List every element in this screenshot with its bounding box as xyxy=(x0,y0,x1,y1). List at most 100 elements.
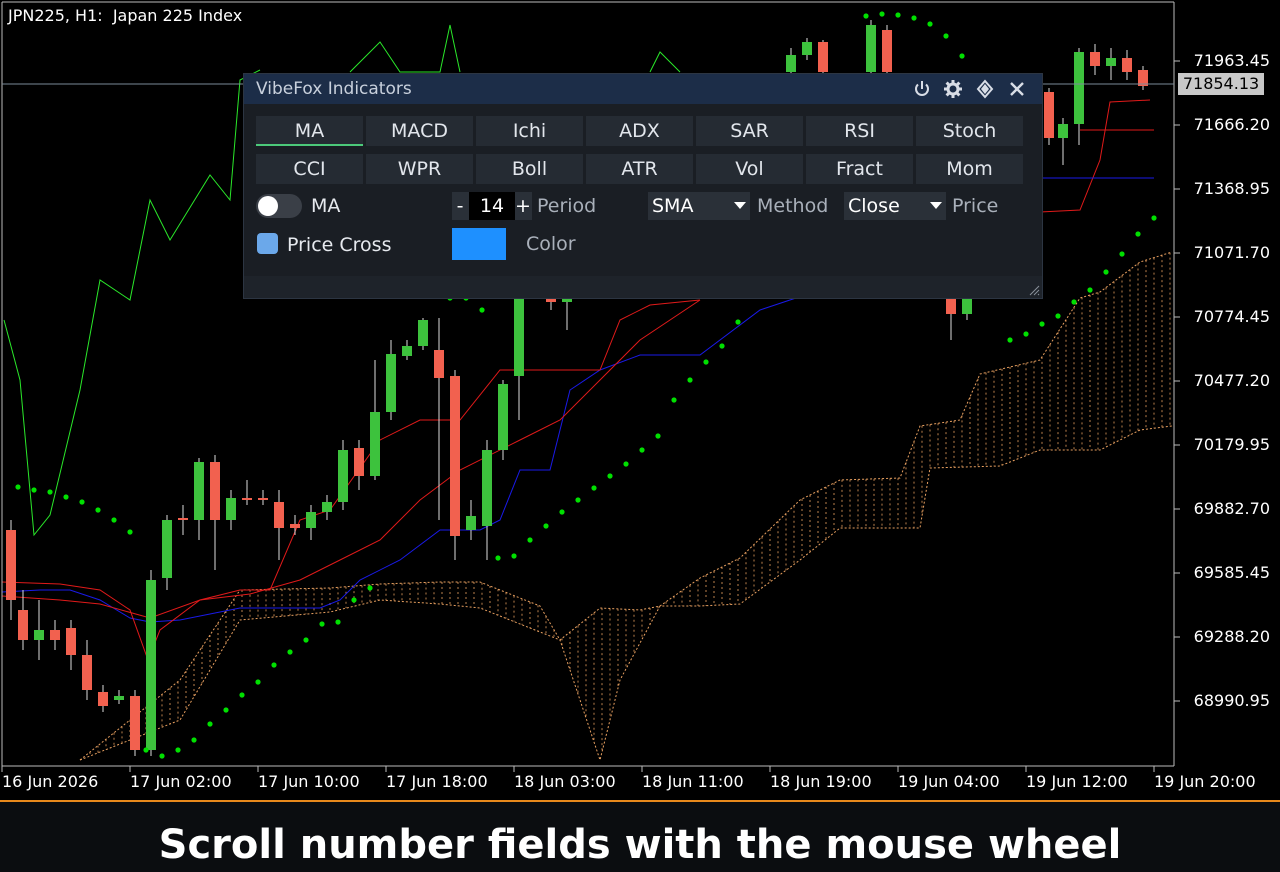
sar-dot xyxy=(143,747,149,753)
tab-cci[interactable]: CCI xyxy=(256,154,363,184)
sar-dot xyxy=(1007,337,1013,343)
sar-dot xyxy=(1087,287,1093,293)
price-select[interactable]: Close xyxy=(844,192,946,220)
sar-dot xyxy=(303,637,309,643)
candle-body xyxy=(962,298,972,314)
sar-dot xyxy=(943,33,949,39)
method-label: Method xyxy=(757,195,829,217)
tab-stoch[interactable]: Stoch xyxy=(916,116,1023,146)
candle-body xyxy=(194,462,204,520)
candle-body xyxy=(386,354,396,412)
period-stepper: - 14 + xyxy=(452,192,532,220)
sar-dot xyxy=(1151,215,1157,221)
period-input[interactable]: 14 xyxy=(469,192,515,220)
current-price-badge: 71854.13 xyxy=(1178,73,1264,95)
panel-header[interactable]: VibeFox Indicators xyxy=(244,74,1042,104)
caption-text: Scroll number fields with the mouse whee… xyxy=(158,822,1122,868)
candle-body xyxy=(1058,124,1068,138)
tab-ichi[interactable]: Ichi xyxy=(476,116,583,146)
candle-body xyxy=(210,462,220,520)
tab-atr[interactable]: ATR xyxy=(586,154,693,184)
price-cross-checkbox[interactable] xyxy=(257,233,278,254)
tab-rsi[interactable]: RSI xyxy=(806,116,913,146)
sar-dot xyxy=(911,15,917,21)
sar-dot xyxy=(735,319,741,325)
method-value: SMA xyxy=(652,195,694,217)
ma-toggle[interactable] xyxy=(256,194,302,218)
candle-body xyxy=(34,630,44,640)
candle-body xyxy=(258,498,268,500)
time-tick-label: 17 Jun 18:00 xyxy=(386,772,488,791)
sar-dot xyxy=(335,619,341,625)
candle-body xyxy=(178,518,188,520)
color-swatch[interactable] xyxy=(452,228,506,260)
sar-dot xyxy=(79,499,85,505)
sar-dot xyxy=(543,523,549,529)
candle-body xyxy=(146,580,156,750)
tab-macd[interactable]: MACD xyxy=(366,116,473,146)
time-tick-label: 17 Jun 10:00 xyxy=(258,772,360,791)
candle-body xyxy=(6,530,16,600)
sar-dot xyxy=(367,585,373,591)
price-tick-label: 70179.95 xyxy=(1193,435,1270,454)
candle-body xyxy=(1090,52,1100,66)
candle-body xyxy=(242,498,252,500)
candle-body xyxy=(818,42,828,72)
sar-dot xyxy=(271,662,277,668)
tab-ma[interactable]: MA xyxy=(256,116,363,146)
sar-dot xyxy=(255,679,261,685)
sar-dot xyxy=(607,473,613,479)
tab-fract[interactable]: Fract xyxy=(806,154,913,184)
tab-mom[interactable]: Mom xyxy=(916,154,1023,184)
candle-body xyxy=(482,450,492,526)
sar-dot xyxy=(223,707,229,713)
sar-dot xyxy=(863,13,869,19)
candle-body xyxy=(786,55,796,72)
period-decrement-button[interactable]: - xyxy=(452,192,468,220)
power-icon[interactable] xyxy=(911,78,933,100)
candle-body xyxy=(498,384,508,450)
sar-dot xyxy=(879,11,885,17)
gear-icon[interactable] xyxy=(942,78,964,100)
candle-body xyxy=(434,350,444,378)
time-tick-label: 19 Jun 20:00 xyxy=(1154,772,1256,791)
resize-grip-icon[interactable] xyxy=(1028,284,1040,296)
close-icon[interactable] xyxy=(1006,78,1028,100)
sar-dot xyxy=(319,621,325,627)
candle-body xyxy=(466,516,476,530)
sar-dot xyxy=(191,737,197,743)
tab-vol[interactable]: Vol xyxy=(696,154,803,184)
sar-dot xyxy=(655,433,661,439)
time-tick-label: 18 Jun 03:00 xyxy=(514,772,616,791)
time-tick-label: 18 Jun 19:00 xyxy=(770,772,872,791)
candle-body xyxy=(290,524,300,528)
toggle-label: MA xyxy=(311,195,341,217)
sar-dot xyxy=(479,307,485,313)
candle-body xyxy=(1106,58,1116,66)
candle-body xyxy=(1122,58,1132,72)
time-tick-label: 19 Jun 12:00 xyxy=(1026,772,1128,791)
candle-body xyxy=(370,412,380,476)
tab-boll[interactable]: Boll xyxy=(476,154,583,184)
sar-dot xyxy=(959,53,965,59)
tab-adx[interactable]: ADX xyxy=(586,116,693,146)
sar-dot xyxy=(591,485,597,491)
sar-dot xyxy=(623,461,629,467)
sar-dot xyxy=(159,753,165,759)
candle-body xyxy=(82,655,92,690)
sar-dot xyxy=(1055,313,1061,319)
candle-body xyxy=(418,320,428,346)
candle-body xyxy=(1044,92,1054,138)
tab-wpr[interactable]: WPR xyxy=(366,154,473,184)
time-tick-label: 18 Jun 11:00 xyxy=(642,772,744,791)
sar-dot xyxy=(927,21,933,27)
sar-dot xyxy=(15,484,21,490)
tab-sar[interactable]: SAR xyxy=(696,116,803,146)
method-select[interactable]: SMA xyxy=(648,192,750,220)
period-increment-button[interactable]: + xyxy=(515,192,531,220)
move-icon[interactable] xyxy=(974,78,996,100)
period-label: Period xyxy=(537,195,597,217)
sar-dot xyxy=(511,553,517,559)
candle-body xyxy=(18,610,28,640)
price-tick-label: 70477.20 xyxy=(1193,371,1270,390)
